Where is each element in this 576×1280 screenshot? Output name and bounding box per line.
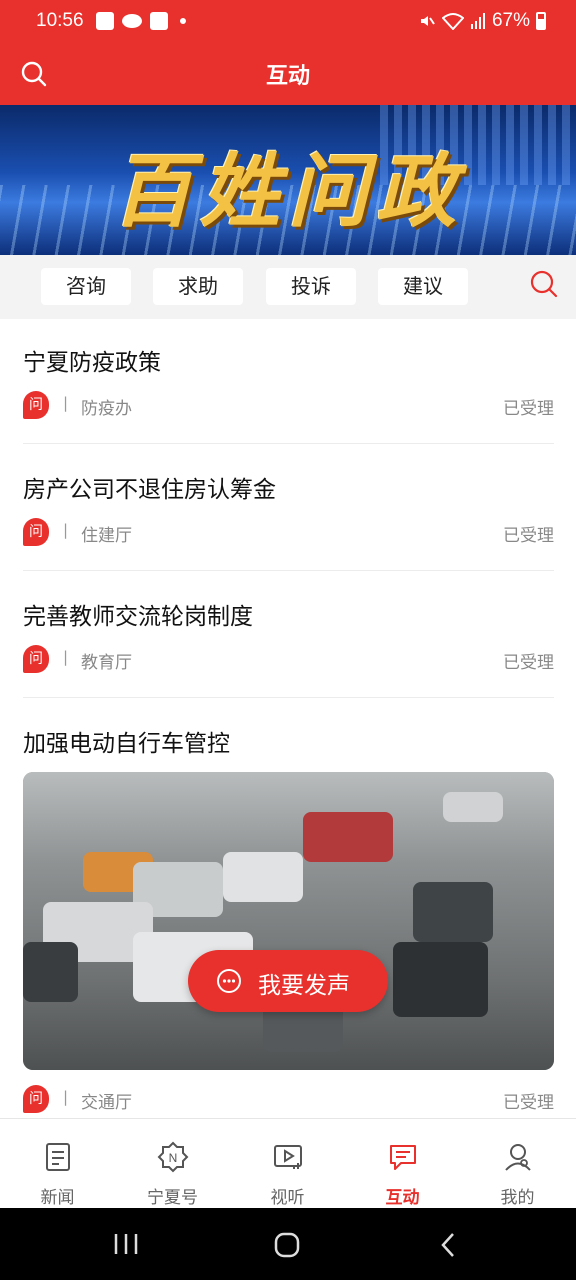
signal-icon: [470, 13, 485, 29]
search-icon[interactable]: [528, 268, 560, 300]
item-photo[interactable]: [23, 772, 554, 1070]
list-item-title[interactable]: 加强电动自行车管控: [23, 724, 230, 758]
mute-icon: [420, 16, 435, 26]
back-icon[interactable]: [437, 1232, 459, 1258]
nav-label: 新闻: [40, 1188, 75, 1208]
profile-icon: [505, 1144, 531, 1171]
list-item-title[interactable]: 宁夏防疫政策: [23, 343, 161, 377]
meta-separator: |: [63, 521, 69, 539]
tab-complaint[interactable]: 投诉: [266, 268, 356, 305]
status-label: 已受理: [503, 653, 554, 673]
list-item-title[interactable]: 房产公司不退住房认筹金: [23, 470, 276, 504]
banner[interactable]: 百姓问政: [0, 105, 576, 255]
task-check-icon: [150, 12, 168, 30]
more-notifications-icon: [180, 18, 186, 24]
nav-label: 我的: [500, 1188, 535, 1208]
category-tabs: 咨询 求助 投诉 建议: [0, 255, 576, 319]
list-item-meta: 问 | 交通厅 已受理: [23, 1085, 554, 1115]
notification-icons: [96, 12, 186, 30]
divider: [23, 443, 554, 444]
nav-label: 视听: [270, 1188, 305, 1208]
status-bar: 10:56 67%: [0, 0, 576, 46]
question-badge: 问: [23, 391, 49, 419]
tab-help[interactable]: 求助: [153, 268, 243, 305]
list-item-meta: 问 | 住建厅 已受理: [23, 518, 554, 548]
recent-apps-icon[interactable]: [112, 1232, 140, 1256]
photo-car-shape: [393, 942, 488, 1017]
photo-car-shape: [443, 792, 503, 822]
list-item-meta: 问 | 防疫办 已受理: [23, 391, 554, 421]
divider: [23, 697, 554, 698]
photo-car-shape: [413, 882, 493, 942]
photo-car-shape: [303, 812, 393, 862]
photo-car-shape: [23, 942, 78, 1002]
nav-item-news[interactable]: 新闻: [0, 1119, 115, 1209]
svg-text:N: N: [169, 1151, 178, 1165]
battery-percent: 67%: [491, 10, 530, 31]
nav-item-interact[interactable]: 互动: [345, 1119, 460, 1209]
nav-item-profile[interactable]: 我的: [460, 1119, 575, 1209]
gallery-icon: [96, 12, 114, 30]
status-label: 已受理: [503, 399, 554, 419]
meta-separator: |: [63, 648, 69, 666]
chat-bubble-icon: [217, 969, 241, 993]
question-badge: 问: [23, 645, 49, 673]
banner-title: 百姓问政: [112, 144, 464, 238]
speak-up-label: 我要发声: [258, 973, 350, 999]
nav-label: 宁夏号: [147, 1188, 198, 1208]
meta-separator: |: [63, 1088, 69, 1106]
system-nav-bar: [0, 1208, 576, 1280]
status-label: 已受理: [503, 1093, 554, 1113]
app-notification-icon: [122, 14, 142, 28]
page-title: 互动: [265, 64, 310, 89]
ningxia-hao-icon: N: [157, 1141, 189, 1173]
photo-car-shape: [223, 852, 303, 902]
department-label: 教育厅: [81, 653, 132, 673]
news-icon: [46, 1143, 70, 1171]
meta-separator: |: [63, 394, 69, 412]
status-time: 10:56: [36, 10, 84, 31]
status-right: 67%: [418, 10, 546, 32]
video-icon: [274, 1145, 302, 1169]
wifi-icon: [441, 13, 464, 30]
department-label: 防疫办: [81, 399, 132, 419]
list-item-meta: 问 | 教育厅 已受理: [23, 645, 554, 675]
home-icon[interactable]: [273, 1232, 301, 1258]
battery-icon: [536, 12, 546, 30]
department-label: 住建厅: [81, 526, 132, 546]
nav-item-video[interactable]: 视听: [230, 1119, 345, 1209]
divider: [23, 570, 554, 571]
question-badge: 问: [23, 518, 49, 546]
question-badge: 问: [23, 1085, 49, 1113]
top-bar: 10:56 67% 互动: [0, 0, 576, 105]
nav-item-ningxia-hao[interactable]: N 宁夏号: [115, 1119, 230, 1209]
list-item-title[interactable]: 完善教师交流轮岗制度: [23, 597, 253, 631]
tab-suggestion[interactable]: 建议: [378, 268, 468, 305]
department-label: 交通厅: [81, 1093, 132, 1113]
tab-consult[interactable]: 咨询: [41, 268, 131, 305]
chat-icon: [390, 1145, 416, 1170]
nav-label: 互动: [385, 1188, 420, 1208]
speak-up-button[interactable]: 我要发声: [188, 950, 388, 1012]
bottom-nav: 新闻 N 宁夏号 视听 互动 我的: [0, 1118, 576, 1208]
status-label: 已受理: [503, 526, 554, 546]
